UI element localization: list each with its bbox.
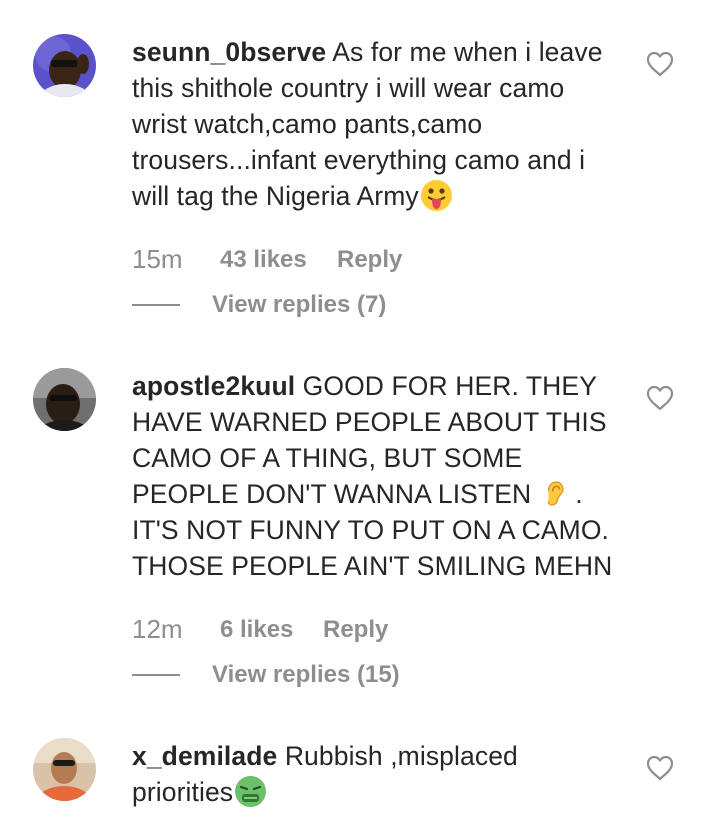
ear-emoji	[547, 481, 564, 506]
comment-body: seunn_0bserve As for me when i leave thi…	[132, 34, 622, 214]
comment-likes[interactable]: 43 likes	[220, 246, 307, 274]
tongue-out-emoji	[420, 180, 452, 211]
reply-button[interactable]: Reply	[337, 246, 402, 274]
comment-time: 12m	[132, 614, 183, 644]
comment-body: apostle2kuul GOOD FOR HER. THEY HAVE WAR…	[132, 368, 622, 584]
replies-divider	[132, 304, 180, 306]
heart-outline-icon[interactable]	[646, 385, 674, 411]
avatar[interactable]	[33, 34, 96, 97]
reply-button[interactable]: Reply	[323, 616, 388, 644]
comment-likes[interactable]: 6 likes	[220, 616, 293, 644]
avatar[interactable]	[33, 738, 96, 801]
heart-outline-icon[interactable]	[646, 51, 674, 77]
heart-outline-icon[interactable]	[646, 755, 674, 781]
comment-username[interactable]: x_demilade	[132, 741, 277, 771]
view-replies-button[interactable]: View replies (15)	[212, 661, 400, 689]
replies-divider	[132, 674, 180, 676]
comment-username[interactable]: seunn_0bserve	[132, 37, 326, 67]
comment-body: x_demilade Rubbish ,misplaced priorities	[132, 738, 622, 810]
view-replies-button[interactable]: View replies (7)	[212, 291, 386, 319]
comment-time: 15m	[132, 244, 183, 274]
nauseated-face-emoji	[235, 776, 267, 807]
comment-username[interactable]: apostle2kuul	[132, 371, 295, 401]
avatar[interactable]	[33, 368, 96, 431]
